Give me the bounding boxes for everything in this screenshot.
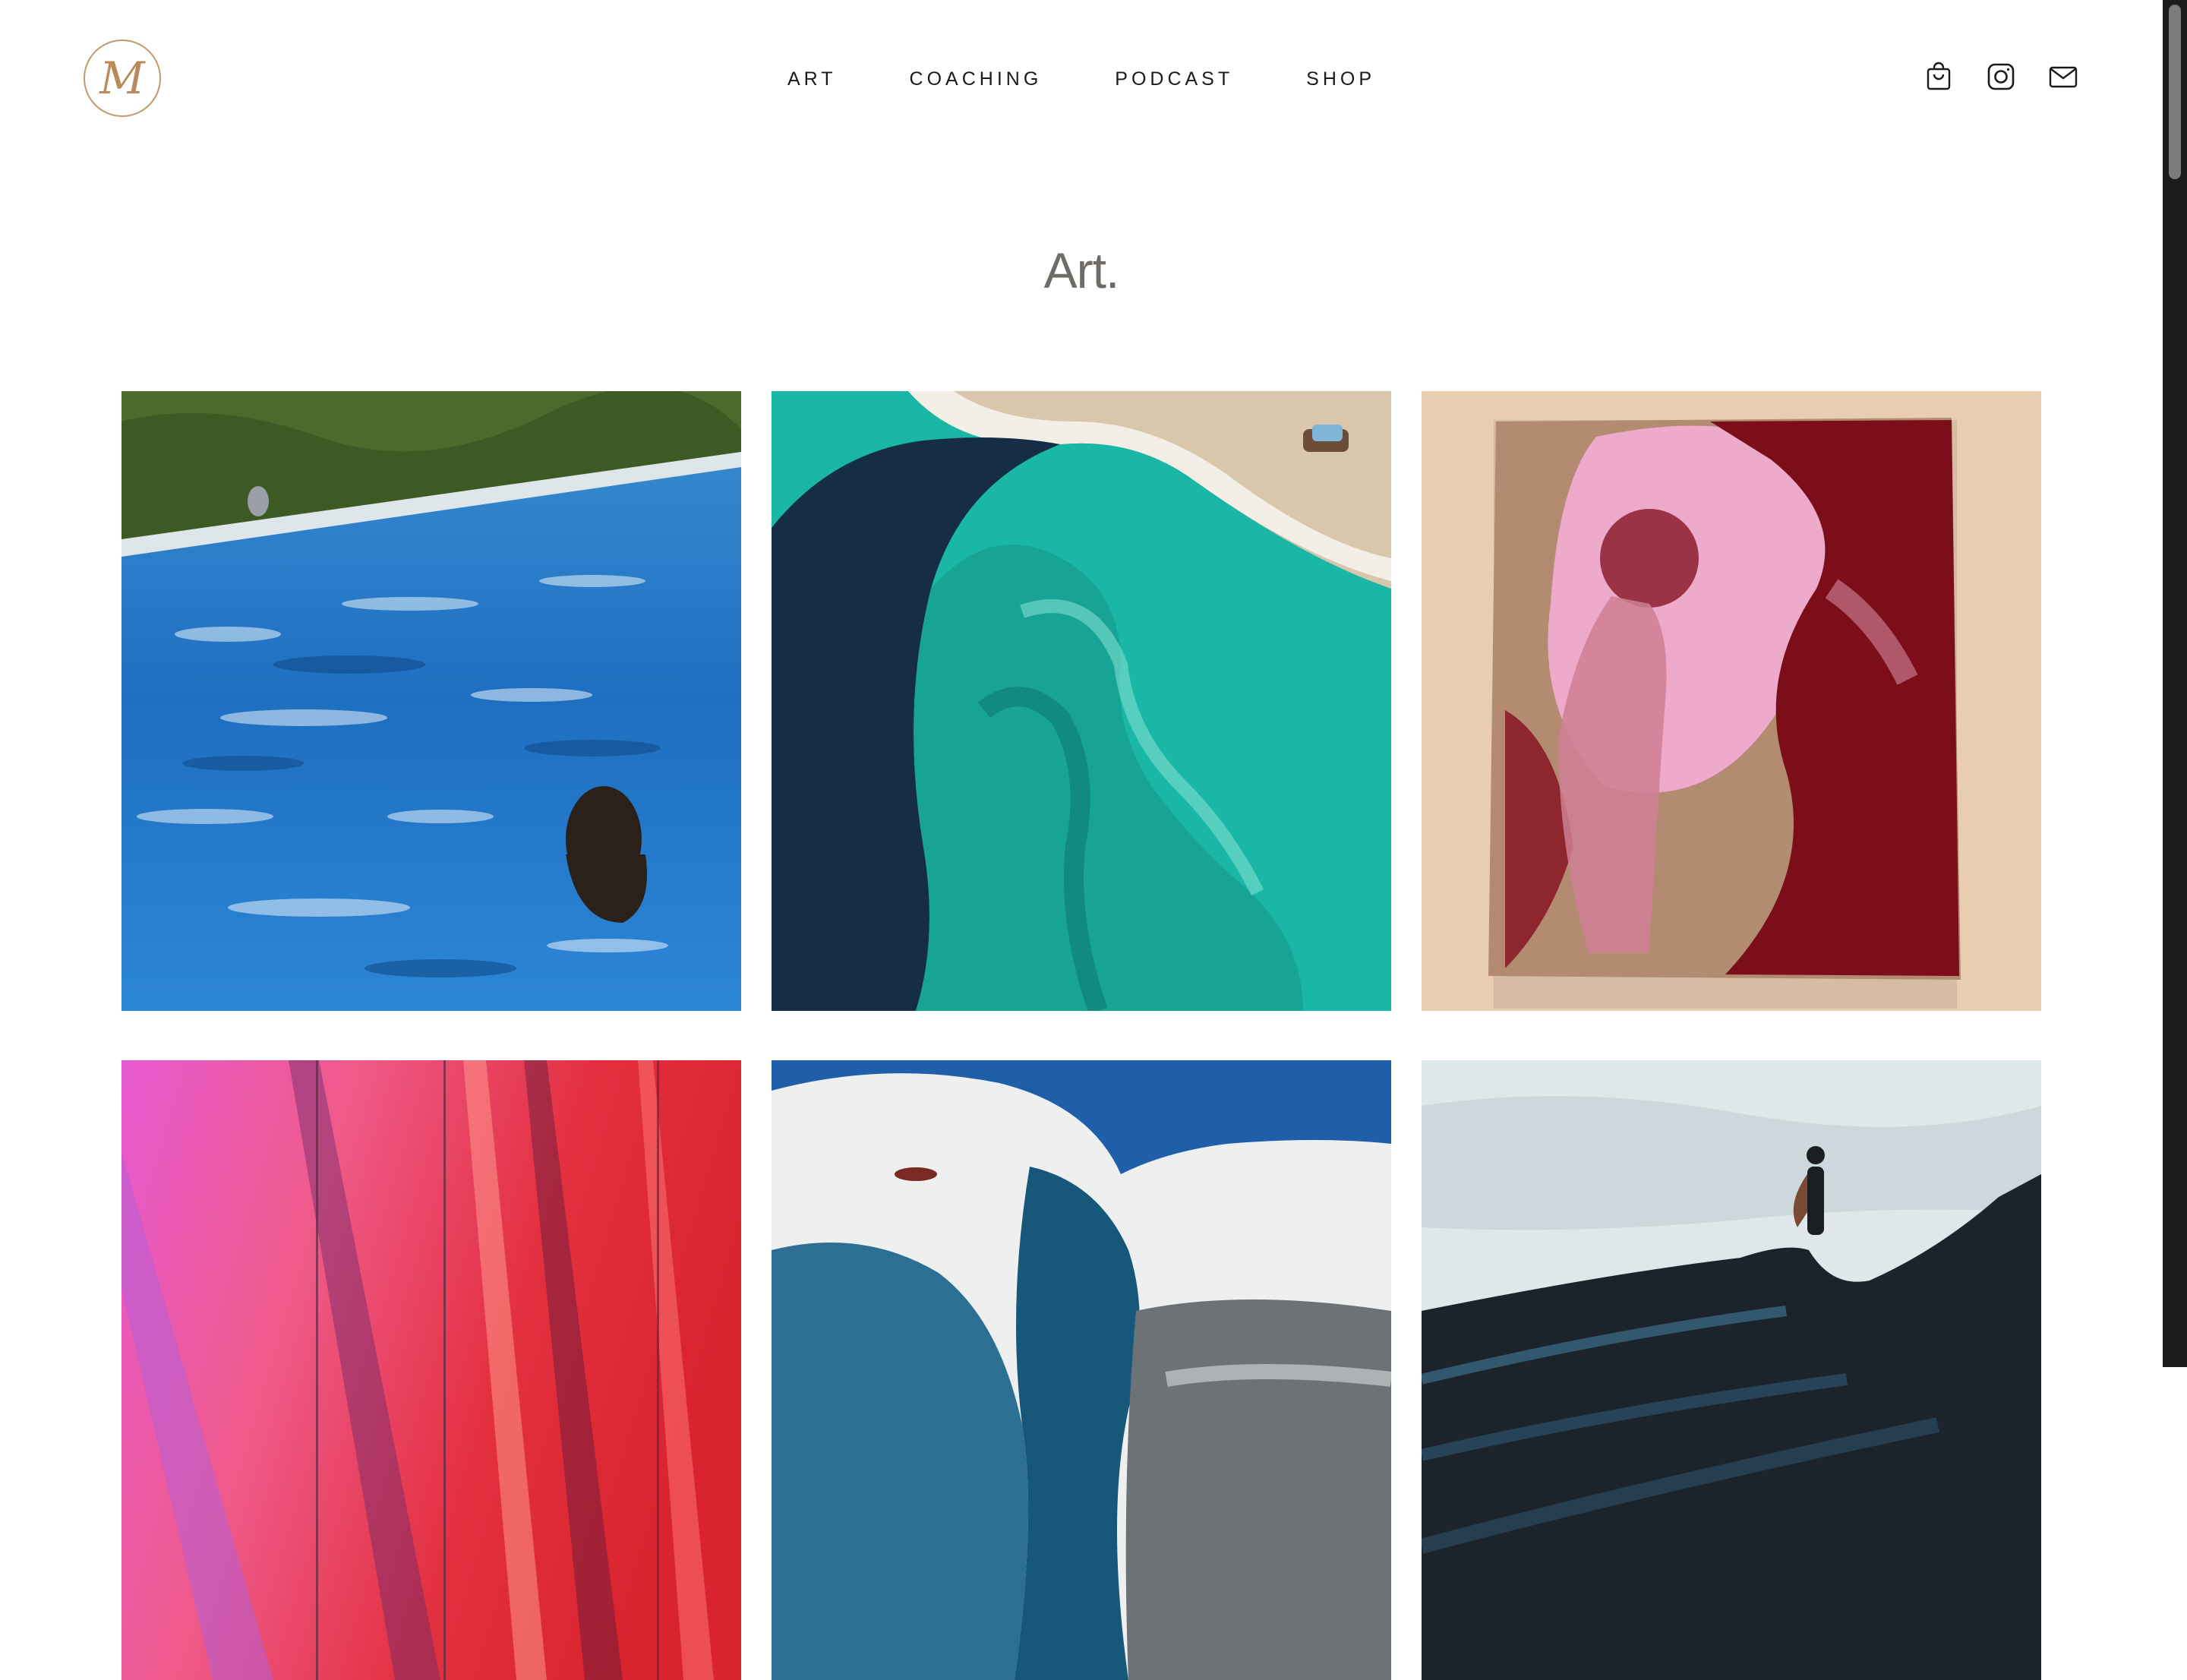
artwork-image: [1422, 1060, 2041, 1680]
scrollbar-thumb[interactable]: [2169, 5, 2181, 179]
artwork-turquoise-wave[interactable]: [772, 391, 1391, 1011]
artwork-swimmer-in-pool[interactable]: [122, 391, 741, 1011]
artwork-figure-on-dark-ridge[interactable]: [1422, 1060, 2041, 1680]
artwork-blue-white-rock-arch[interactable]: [772, 1060, 1391, 1680]
artwork-image: [1422, 391, 2041, 1011]
artwork-image: [772, 1060, 1391, 1680]
nav-shop[interactable]: SHOP: [1306, 64, 1375, 94]
page-title: Art.: [1043, 242, 1120, 298]
artwork-image: [122, 391, 741, 1011]
artwork-image: [772, 391, 1391, 1011]
artwork-boy-figure-red-pink[interactable]: [1422, 391, 2041, 1011]
page-scrollbar[interactable]: [2163, 0, 2187, 1367]
nav-art[interactable]: ART: [787, 64, 837, 94]
instagram-icon[interactable]: [1985, 61, 2017, 93]
nav-podcast[interactable]: PODCAST: [1115, 64, 1233, 94]
main-nav: ART COACHING PODCAST SHOP: [0, 64, 2163, 94]
mail-icon[interactable]: [2047, 61, 2079, 93]
cart-icon[interactable]: [1923, 61, 1955, 93]
artwork-pink-red-abstract-triptych[interactable]: [122, 1060, 741, 1680]
artwork-image: [122, 1060, 741, 1680]
nav-coaching[interactable]: COACHING: [910, 64, 1043, 94]
header-icons: [1923, 61, 2079, 93]
